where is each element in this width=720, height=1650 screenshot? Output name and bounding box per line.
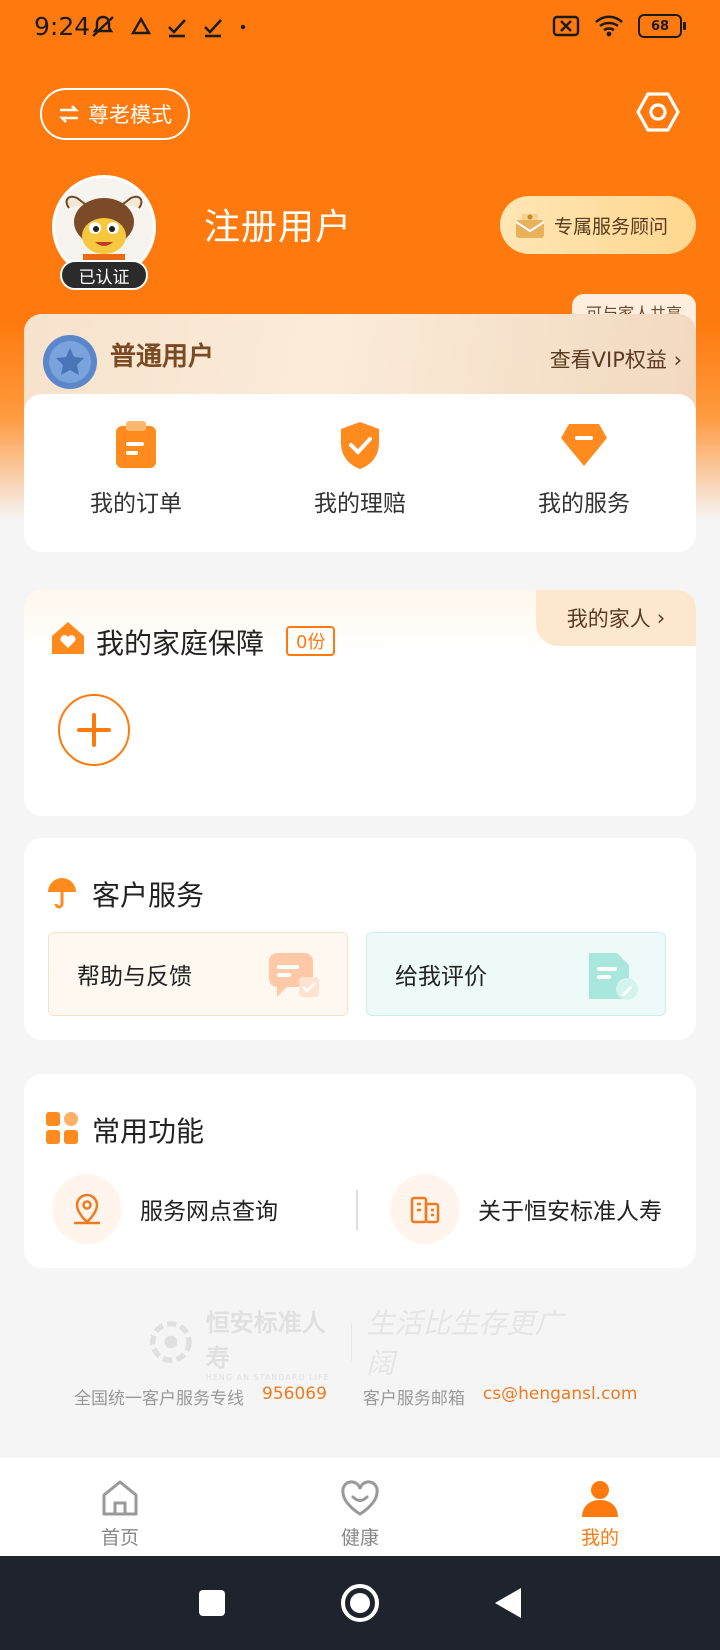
plus-icon	[77, 713, 111, 747]
func-label: 关于恒安标准人寿	[478, 1199, 662, 1225]
about-company-link[interactable]: 关于恒安标准人寿	[390, 1174, 662, 1244]
vip-benefits-link[interactable]: 查看VIP权益 ›	[550, 344, 682, 374]
battery-indicator: 68	[638, 14, 686, 38]
func-icon-bg	[390, 1174, 460, 1244]
tab-mine[interactable]: 我的	[480, 1457, 720, 1556]
document-edit-icon	[589, 953, 638, 1000]
shortcut-label: 我的订单	[90, 491, 182, 517]
system-navigation-bar	[0, 1556, 720, 1650]
hotline-number[interactable]: 956069	[262, 1384, 327, 1409]
member-level-icon	[43, 335, 97, 389]
shortcut-my-orders[interactable]: 我的订单	[24, 394, 248, 552]
service-outlet-search[interactable]: 服务网点查询	[52, 1174, 278, 1244]
divider	[356, 1190, 358, 1230]
func-icon-bg	[52, 1174, 122, 1244]
person-icon	[582, 1481, 618, 1517]
no-sim-icon	[552, 15, 580, 37]
exclusive-advisor-button[interactable]: 专属服务顾问	[500, 196, 696, 254]
wifi-icon	[595, 15, 623, 37]
home-icon	[102, 1480, 138, 1516]
family-protection-card: 我的家人 › 我的家庭保障 0份	[24, 590, 696, 816]
advisor-label: 专属服务顾问	[554, 215, 669, 238]
company-logo-icon	[150, 1321, 192, 1363]
status-bar: 9:24 68	[0, 0, 720, 56]
settings-icon[interactable]	[634, 88, 682, 136]
email-label: 客户服务邮箱	[362, 1389, 465, 1409]
status-time: 9:24	[34, 12, 91, 41]
shortcut-label: 我的服务	[538, 491, 630, 517]
func-label: 服务网点查询	[140, 1199, 278, 1225]
status-system-icons: 68	[552, 14, 686, 38]
tab-label: 我的	[580, 1527, 619, 1549]
member-level-name: 普通用户	[110, 342, 215, 372]
check-icon	[168, 19, 186, 38]
username[interactable]: 注册用户	[204, 198, 352, 250]
building-icon	[410, 1196, 440, 1224]
shortcut-my-services[interactable]: 我的服务	[472, 394, 696, 552]
shield-check-icon	[341, 422, 379, 469]
tab-label: 首页	[100, 1527, 139, 1549]
back-icon[interactable]	[493, 1586, 523, 1620]
shortcut-label: 我的理赔	[314, 491, 406, 517]
company-logo-watermark: 恒安标准人寿 HENG AN STANDARD LIFE 生活比生存更广阔	[150, 1307, 570, 1382]
status-notification-icons	[90, 14, 248, 40]
common-functions-title: 常用功能	[92, 1115, 205, 1148]
drive-icon	[130, 16, 152, 35]
mute-icon	[92, 15, 114, 37]
tab-label: 健康	[340, 1527, 379, 1549]
elder-mode-button[interactable]: 尊老模式	[40, 88, 190, 140]
slogan: 生活比生存更广阔	[366, 1307, 563, 1380]
policy-count-badge: 0份	[286, 626, 336, 656]
verified-badge: 已认证	[60, 260, 148, 290]
logo-separator	[350, 1323, 353, 1361]
advisor-envelope-icon	[515, 214, 545, 238]
membership-shortcuts: 我的订单 我的理赔 我的服务	[24, 394, 696, 552]
contact-info: 全国统一客户服务专线 956069 客户服务邮箱 cs@hengansl.com	[74, 1384, 637, 1409]
common-functions-card: 常用功能 服务网点查询 关于恒安标准人寿	[24, 1074, 696, 1268]
recent-apps-icon[interactable]	[197, 1588, 227, 1618]
logo-text-group: 恒安标准人寿 HENG AN STANDARD LIFE	[206, 1303, 337, 1382]
help-feedback-label: 帮助与反馈	[77, 964, 192, 990]
elder-mode-label: 尊老模式	[88, 103, 172, 127]
add-family-policy-button[interactable]	[58, 694, 130, 766]
shortcut-my-claims[interactable]: 我的理赔	[248, 394, 472, 552]
help-feedback-button[interactable]: 帮助与反馈	[48, 932, 348, 1016]
swap-icon	[59, 105, 79, 123]
my-family-label: 我的家人	[566, 607, 651, 631]
hotline-label: 全国统一客户服务专线	[74, 1389, 244, 1409]
tab-health[interactable]: 健康	[240, 1457, 480, 1556]
logo-cn: 恒安标准人寿	[205, 1308, 326, 1372]
customer-service-title: 客户服务	[92, 879, 205, 912]
membership-card: 普通用户 查看VIP权益 › 我的订单 我的理赔 我的服务	[24, 314, 696, 552]
check-icon	[204, 19, 222, 38]
clipboard-icon	[116, 421, 156, 468]
umbrella-icon	[48, 878, 76, 909]
location-pin-icon	[74, 1193, 100, 1225]
home-circle-icon[interactable]	[340, 1583, 380, 1623]
heart-face-icon	[341, 1480, 379, 1516]
email-address[interactable]: cs@hengansl.com	[483, 1384, 638, 1409]
vip-benefits-label: 查看VIP权益	[549, 348, 667, 372]
family-protection-title: 我的家庭保障	[96, 627, 265, 660]
house-heart-icon	[52, 622, 84, 654]
rate-us-label: 给我评价	[395, 964, 487, 990]
rate-us-button[interactable]: 给我评价	[366, 932, 666, 1016]
dot-icon	[240, 24, 246, 30]
my-family-link[interactable]: 我的家人 ›	[536, 590, 696, 646]
logo-en: HENG AN STANDARD LIFE	[205, 1372, 330, 1382]
customer-service-card: 客户服务 帮助与反馈 给我评价	[24, 838, 696, 1040]
chevron-right-icon: ›	[656, 606, 666, 630]
diamond-icon	[561, 424, 607, 466]
chat-bubble-icon	[269, 953, 319, 997]
bottom-tab-bar: 首页 健康 我的	[0, 1456, 720, 1556]
tab-home[interactable]: 首页	[0, 1457, 240, 1556]
grid-apps-icon	[46, 1112, 78, 1144]
